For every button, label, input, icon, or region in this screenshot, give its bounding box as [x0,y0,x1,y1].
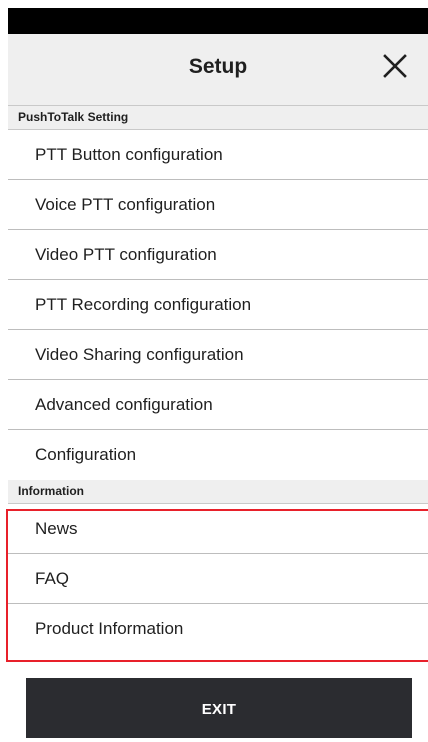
list-item-faq[interactable]: FAQ [8,554,428,604]
list-item-video-ptt-configuration[interactable]: Video PTT configuration [8,230,428,280]
list-item-advanced-configuration[interactable]: Advanced configuration [8,380,428,430]
close-icon [383,54,407,78]
status-bar [8,8,428,34]
list-item-ptt-button-configuration[interactable]: PTT Button configuration [8,130,428,180]
section-header-pushtotalk: PushToTalk Setting [8,106,428,130]
list-item-configuration[interactable]: Configuration [8,430,428,480]
settings-list: PushToTalk Setting PTT Button configurat… [8,106,428,654]
close-button[interactable] [380,51,410,81]
list-item-product-information[interactable]: Product Information [8,604,428,654]
list-item-ptt-recording-configuration[interactable]: PTT Recording configuration [8,280,428,330]
list-item-video-sharing-configuration[interactable]: Video Sharing configuration [8,330,428,380]
list-item-news[interactable]: News [8,504,428,554]
header-bar: Setup [8,34,428,106]
page-title: Setup [188,55,248,78]
exit-button[interactable]: EXIT [26,678,412,738]
list-item-voice-ptt-configuration[interactable]: Voice PTT configuration [8,180,428,230]
section-header-information: Information [8,480,428,504]
